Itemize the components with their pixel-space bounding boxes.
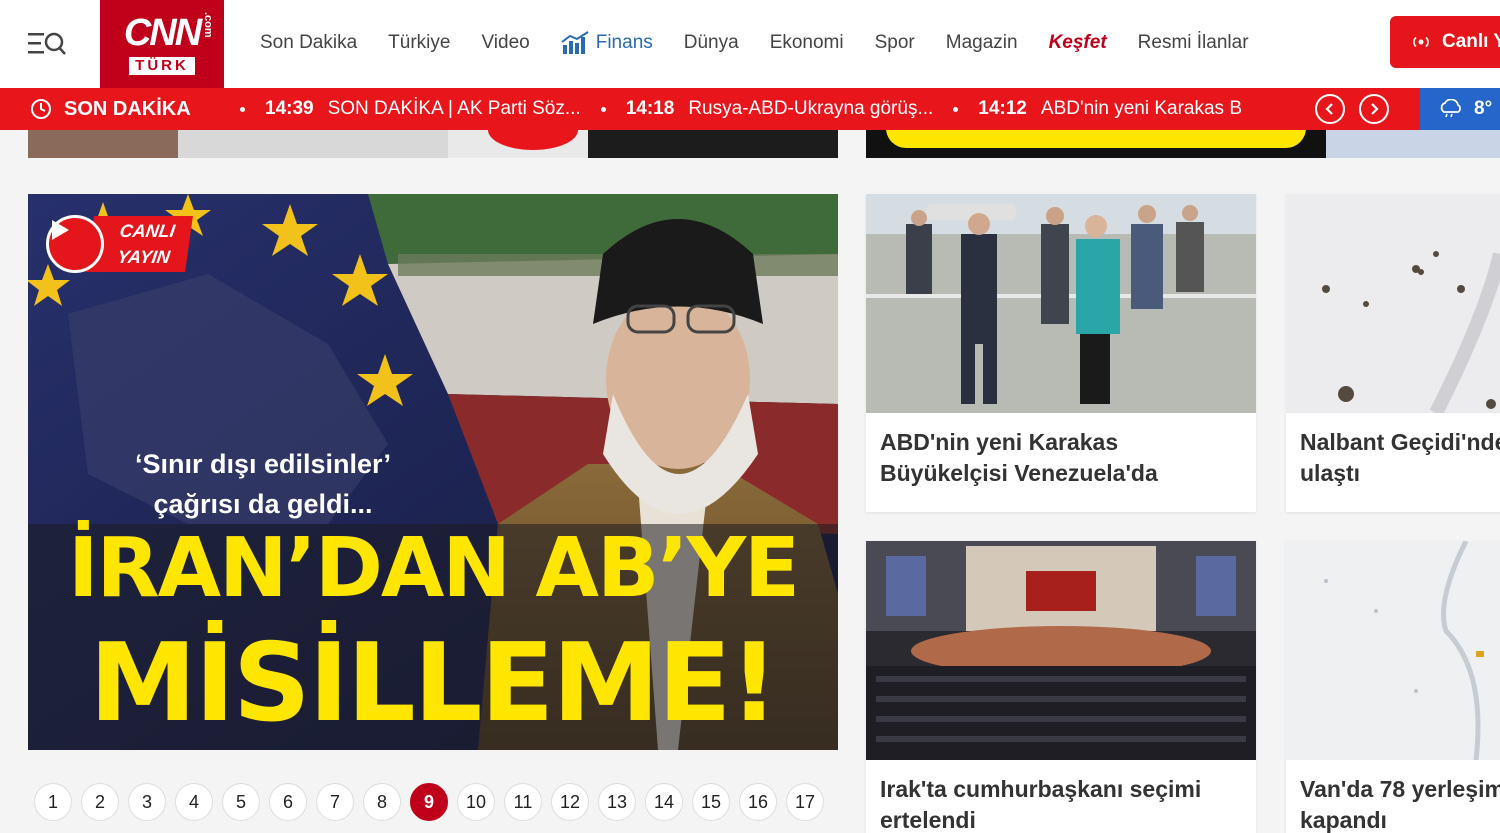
page-button[interactable]: 8: [363, 783, 401, 821]
nav-spor[interactable]: Spor: [875, 32, 915, 54]
ticker-item[interactable]: 14:12 ABD'nin yeni Karakas B: [953, 98, 1242, 120]
previous-row-image-strip-right: [866, 130, 1500, 158]
ticker-prev-button[interactable]: [1315, 94, 1345, 124]
weather-widget[interactable]: 8°: [1420, 88, 1500, 130]
page-button[interactable]: 15: [692, 783, 730, 821]
ticker-arrows: [1315, 94, 1403, 124]
chevron-left-icon: [1325, 103, 1333, 115]
nav-turkiye[interactable]: Türkiye: [388, 32, 450, 54]
nav-resmi-ilanlar[interactable]: Resmi İlanlar: [1138, 32, 1249, 54]
page-button[interactable]: 6: [269, 783, 307, 821]
play-icon: [46, 215, 104, 273]
main-nav: Son Dakika Türkiye Video Finans Dünya Ek…: [260, 28, 1280, 58]
live-flag-line1: CANLI: [118, 221, 177, 241]
page-button[interactable]: 12: [551, 783, 589, 821]
nav-finans[interactable]: Finans: [561, 31, 653, 55]
news-card-title: Van'da 78 yerleşim ulaşıma kapandı: [1300, 776, 1500, 833]
live-badge: CANLI YAYIN: [46, 214, 193, 274]
page: CNN TÜRK .com Son Dakika Türkiye Video F…: [0, 0, 1500, 833]
page-button[interactable]: 13: [598, 783, 636, 821]
ticker-time: 14:18: [625, 98, 675, 119]
chevron-right-icon: [1371, 103, 1379, 115]
nav-finans-label: Finans: [595, 32, 653, 53]
news-card-image: [1286, 194, 1500, 413]
page-button[interactable]: 11: [504, 783, 542, 821]
page-button[interactable]: 3: [128, 783, 166, 821]
news-card[interactable]: Van'da 78 yerleşim ulaşıma kapandı: [1286, 541, 1500, 833]
ticker-text: Rusya-ABD-Ukrayna görüş...: [688, 98, 934, 119]
breaking-news-ticker: SON DAKİKA 14:39 SON DAKİKA | AK Parti S…: [0, 88, 1500, 130]
news-card-title: Irak'ta cumhurbaşkanı seçimi ertelendi: [880, 776, 1202, 833]
logo-turk-text: TÜRK: [129, 57, 195, 75]
ticker-items: 14:39 SON DAKİKA | AK Parti Söz... 14:18…: [240, 88, 1285, 130]
live-button-label: Canlı Y: [1442, 31, 1500, 52]
rain-cloud-icon: [1440, 99, 1461, 118]
news-card-title: Nalbant Geçidi'nde 1 metreye ulaştı: [1300, 429, 1500, 486]
ticker-item[interactable]: 14:18 Rusya-ABD-Ukrayna görüş...: [600, 98, 934, 120]
hero-headline-line1: İRAN’DAN AB’YE: [67, 521, 800, 616]
live-broadcast-button[interactable]: Canlı Y: [1390, 16, 1500, 68]
site-logo[interactable]: CNN TÜRK .com: [100, 0, 224, 88]
menu-search-button[interactable]: [28, 28, 68, 60]
page-button[interactable]: 14: [645, 783, 683, 821]
news-card-image: [866, 194, 1256, 413]
logo-com-text: .com: [202, 12, 214, 38]
page-button[interactable]: 2: [81, 783, 119, 821]
page-button[interactable]: 17: [786, 783, 824, 821]
hero-headline-line2: MİSİLLEME!: [89, 621, 779, 746]
nav-magazin[interactable]: Magazin: [946, 32, 1018, 54]
nav-dunya[interactable]: Dünya: [684, 32, 739, 54]
nav-kesfet[interactable]: Keşfet: [1049, 32, 1107, 54]
ticker-text: SON DAKİKA | AK Parti Söz...: [327, 98, 581, 119]
news-card[interactable]: Irak'ta cumhurbaşkanı seçimi ertelendi: [866, 541, 1256, 833]
page-button[interactable]: 7: [316, 783, 354, 821]
live-flag-line2: YAYIN: [116, 247, 172, 267]
page-button[interactable]: 1: [34, 783, 72, 821]
news-card[interactable]: Nalbant Geçidi'nde 1 metreye ulaştı: [1286, 194, 1500, 512]
logo-cnn-text: CNN: [123, 12, 202, 54]
ticker-time: 14:39: [265, 98, 314, 119]
page-button[interactable]: 5: [222, 783, 260, 821]
ticker-time: 14:12: [978, 98, 1027, 119]
nav-ekonomi[interactable]: Ekonomi: [770, 32, 844, 54]
ticker-bullet: [953, 106, 959, 112]
hero-slider[interactable]: CANLI YAYIN ‘Sınır dışı edilsinler’ çağr…: [28, 194, 838, 750]
ticker-text: ABD'nin yeni Karakas B: [1040, 98, 1243, 119]
news-card-image: [1286, 541, 1500, 760]
ticker-label-text: SON DAKİKA: [64, 97, 191, 120]
hero-subtitle: ‘Sınır dışı edilsinler’ çağrısı da geldi…: [78, 444, 448, 524]
page-button[interactable]: 16: [739, 783, 777, 821]
previous-row-image-strip: [28, 130, 838, 158]
weather-temp: 8°: [1474, 98, 1493, 119]
ticker-bullet: [600, 106, 606, 112]
ticker-bullet: [240, 106, 245, 112]
news-card-title: ABD'nin yeni Karakas Büyükelçisi Venezue…: [880, 429, 1158, 486]
hero-subtitle-line2: çağrısı da geldi...: [153, 489, 373, 519]
news-card-image: [866, 541, 1256, 760]
nav-video[interactable]: Video: [481, 32, 529, 54]
nav-son-dakika[interactable]: Son Dakika: [260, 32, 357, 54]
site-header: CNN TÜRK .com Son Dakika Türkiye Video F…: [0, 0, 1500, 88]
slider-pagination: 1 2 3 4 5 6 7 8 9 10 11 12 13 14 15 16 1…: [34, 783, 833, 821]
page-button-active[interactable]: 9: [410, 783, 448, 821]
clock-icon: [31, 99, 51, 119]
page-button[interactable]: 4: [175, 783, 213, 821]
ticker-label: SON DAKİKA: [30, 88, 191, 130]
menu-search-icon: [28, 32, 66, 55]
news-card[interactable]: ABD'nin yeni Karakas Büyükelçisi Venezue…: [866, 194, 1256, 512]
hero-subtitle-line1: ‘Sınır dışı edilsinler’: [134, 449, 392, 479]
ticker-item[interactable]: 14:39 SON DAKİKA | AK Parti Söz...: [240, 98, 581, 120]
finance-chart-icon: [561, 31, 589, 54]
page-button[interactable]: 10: [457, 783, 495, 821]
broadcast-icon: [1413, 36, 1429, 48]
ticker-next-button[interactable]: [1359, 94, 1389, 124]
